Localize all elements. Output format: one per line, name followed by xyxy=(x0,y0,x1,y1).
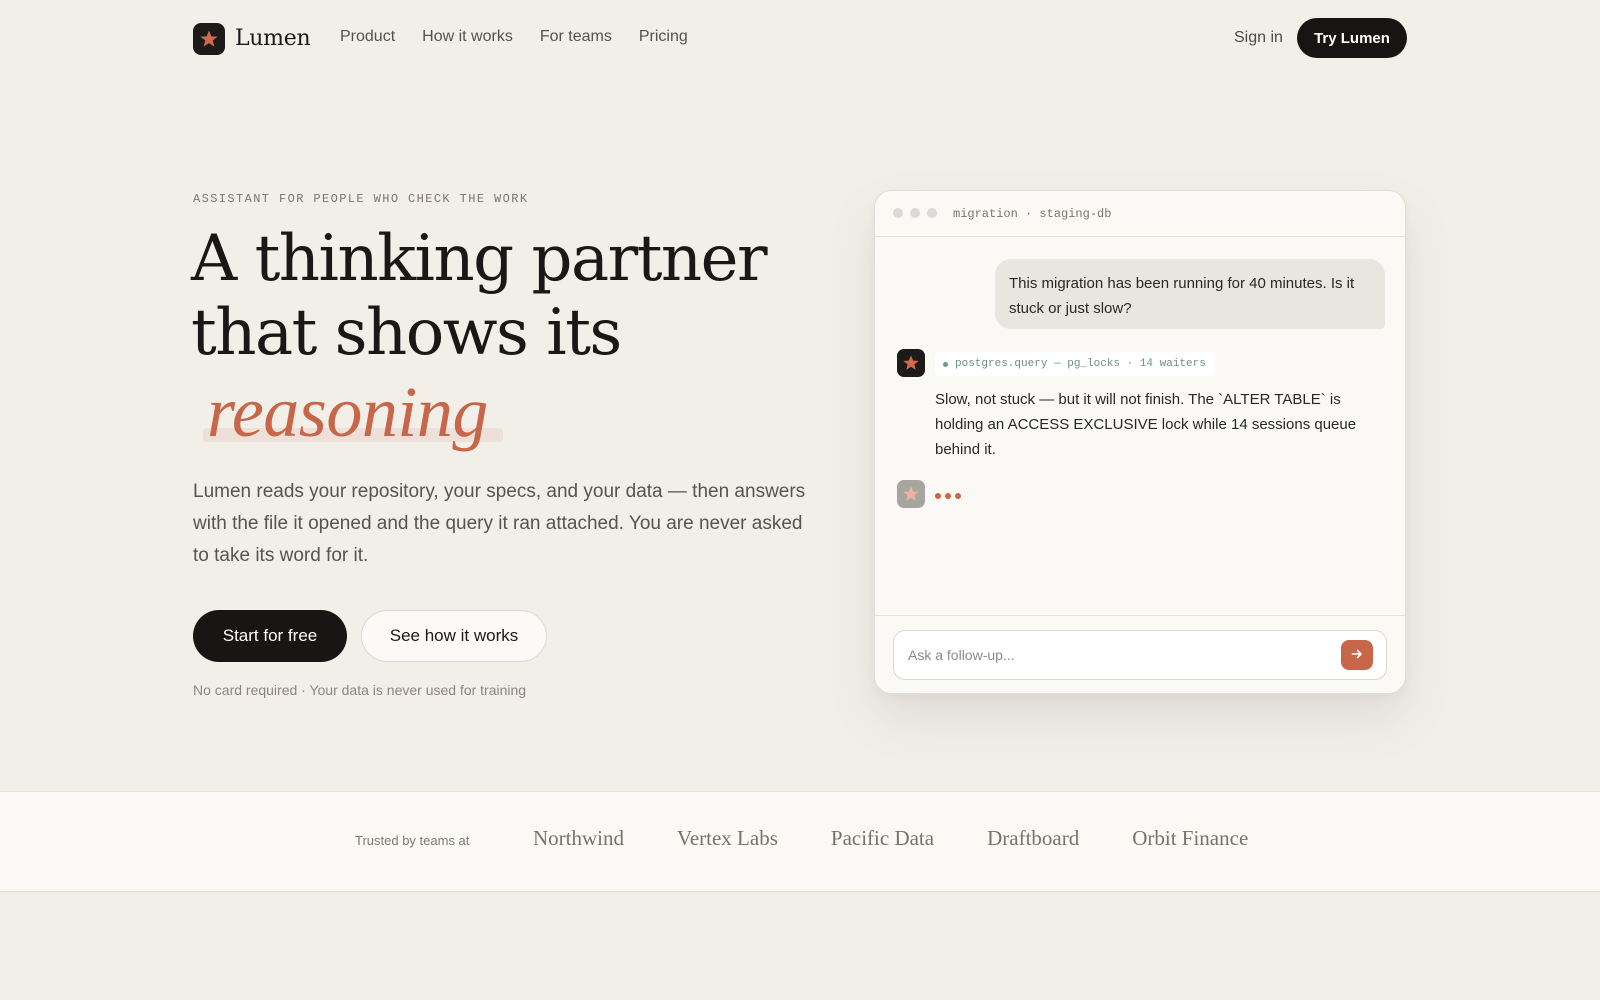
see-how-it-works-button[interactable]: See how it works xyxy=(361,610,547,662)
typing-dot-icon xyxy=(935,493,941,499)
nav-link-product[interactable]: Product xyxy=(340,28,395,46)
company-logo-draftboard: Draftboard xyxy=(987,826,1080,850)
chat-preview-window: migration · staging-db This migration ha… xyxy=(874,190,1406,694)
window-titlebar: migration · staging-db xyxy=(875,191,1405,237)
trusted-label: Trusted by teams at xyxy=(355,833,470,848)
start-for-free-button[interactable]: Start for free xyxy=(193,610,347,662)
company-logo-vertex-labs: Vertex Labs xyxy=(677,826,778,850)
brand-logo-link[interactable]: Lumen xyxy=(193,22,311,55)
headline-accent-word: reasoning xyxy=(207,372,488,452)
composer-area xyxy=(875,615,1405,693)
window-dot-icon xyxy=(893,208,903,218)
brand-name: Lumen xyxy=(235,26,311,51)
try-lumen-button[interactable]: Try Lumen xyxy=(1297,18,1407,58)
send-button[interactable] xyxy=(1341,640,1373,670)
headline-line-1: A thinking partner xyxy=(191,222,768,296)
window-dot-icon xyxy=(910,208,920,218)
sign-in-link[interactable]: Sign in xyxy=(1234,29,1283,47)
nav-link-for-teams[interactable]: For teams xyxy=(540,28,612,46)
nav-links: Product How it works For teams Pricing xyxy=(340,28,688,46)
headline-line-2: that shows its xyxy=(191,296,622,370)
arrow-right-icon xyxy=(1351,647,1363,663)
top-nav: Lumen Product How it works For teams Pri… xyxy=(0,0,1600,78)
status-dot-icon xyxy=(943,361,948,367)
window-dot-icon xyxy=(927,208,937,218)
assistant-reply: Slow, not stuck — but it will not finish… xyxy=(935,391,1357,458)
trusted-by-strip: Trusted by teams at Northwind Vertex Lab… xyxy=(0,791,1600,892)
window-title: migration · staging-db xyxy=(953,207,1112,221)
assistant-avatar-icon xyxy=(897,349,925,377)
company-logos: Northwind Vertex Labs Pacific Data Draft… xyxy=(533,826,1248,851)
nav-link-pricing[interactable]: Pricing xyxy=(639,28,688,46)
follow-up-input[interactable] xyxy=(908,631,1328,679)
company-logo-orbit-finance: Orbit Finance xyxy=(1132,826,1249,850)
company-logo-northwind: Northwind xyxy=(533,826,624,850)
tool-call-label: postgres.query — pg_locks · 14 waiters xyxy=(955,358,1206,370)
user-message-bubble: This migration has been running for 40 m… xyxy=(995,259,1385,329)
typing-indicator xyxy=(935,493,961,499)
assistant-typing-avatar-icon xyxy=(897,480,925,508)
hero-headline: A thinking partner that shows its xyxy=(191,222,831,370)
tool-call-chip[interactable]: postgres.query — pg_locks · 14 waiters xyxy=(935,352,1215,376)
composer xyxy=(893,630,1387,680)
typing-dot-icon xyxy=(945,493,951,499)
hero-fineprint: No card required · Your data is never us… xyxy=(193,682,527,698)
hero-description: Lumen reads your repository, your specs,… xyxy=(193,481,806,566)
star-logo-icon xyxy=(193,22,225,55)
company-logo-pacific-data: Pacific Data xyxy=(830,826,935,850)
nav-link-how-it-works[interactable]: How it works xyxy=(422,28,513,46)
hero-eyebrow: ASSISTANT FOR PEOPLE WHO CHECK THE WORK xyxy=(193,192,529,206)
typing-dot-icon xyxy=(955,493,961,499)
